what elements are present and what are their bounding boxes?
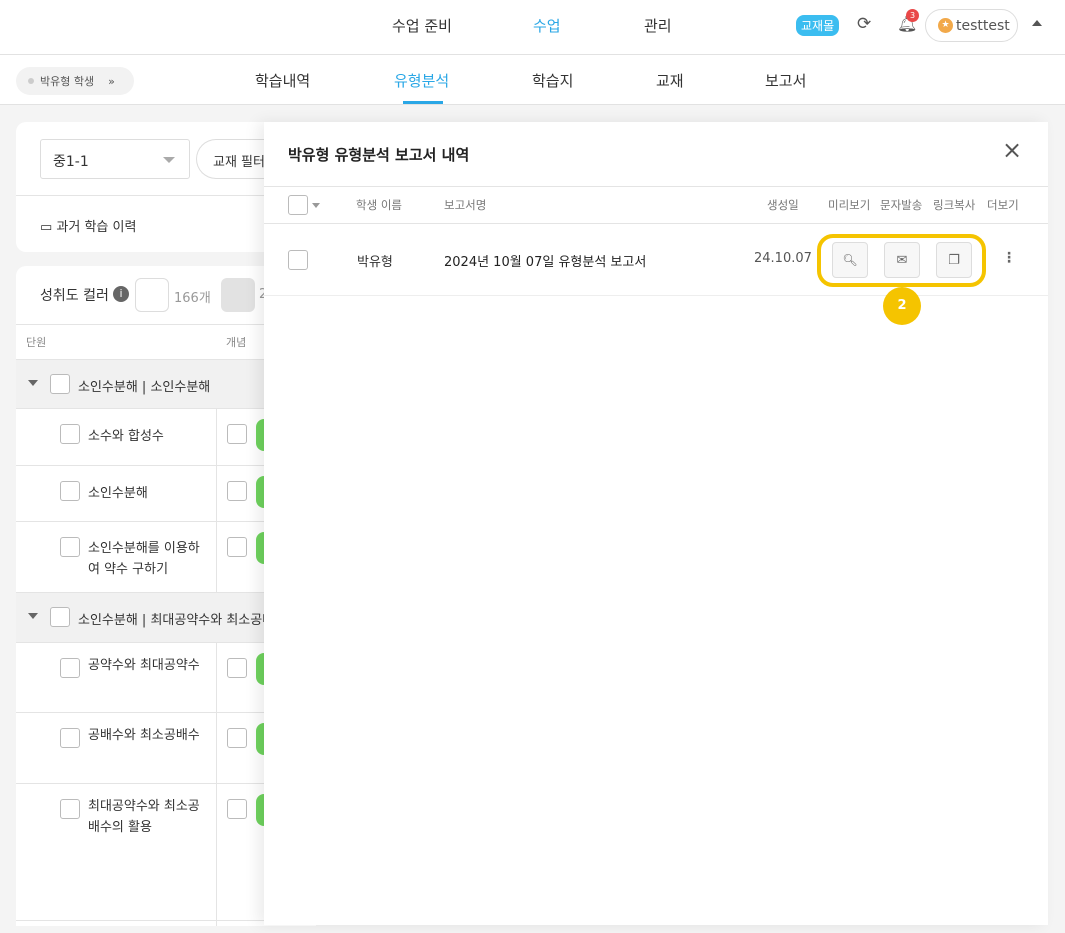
student-name: 박유형: [357, 255, 393, 270]
group-checkbox[interactable]: [50, 374, 70, 394]
step-badge: 2: [883, 287, 921, 325]
row-checkbox[interactable]: [288, 250, 308, 270]
concept-checkbox[interactable]: [227, 799, 247, 819]
document-search-icon: 🔍︎: [842, 253, 858, 267]
notification-count: 3: [906, 9, 919, 22]
tab-textbook[interactable]: 교재: [656, 70, 684, 91]
tab-history[interactable]: 학습내역: [255, 70, 310, 91]
item-label: 공배수와 최소공배수: [88, 728, 200, 743]
concept-checkbox[interactable]: [227, 658, 247, 678]
col-preview: 미리보기: [828, 198, 871, 212]
student-name: 박유형 학생: [40, 75, 95, 88]
panel-title: 박유형 유형분석 보고서 내역: [288, 146, 470, 164]
item-checkbox[interactable]: [60, 537, 80, 557]
item-label: 공약수와 최대공약수: [88, 658, 200, 673]
active-tab-indicator: [403, 101, 443, 104]
item-checkbox[interactable]: [60, 799, 80, 819]
group-label: 소인수분해 | 소인수분해: [78, 380, 211, 395]
username: testtest: [956, 17, 1010, 34]
preview-button[interactable]: 🔍︎: [832, 242, 868, 278]
item-checkbox[interactable]: [60, 658, 80, 678]
report-name[interactable]: 2024년 10월 07일 유형분석 보고서: [444, 251, 646, 270]
col-date: 생성일: [767, 198, 799, 212]
color-label: 성취도 컬러: [40, 288, 109, 304]
col-sms: 문자발송: [880, 198, 923, 212]
col-unit: 단원: [26, 336, 47, 349]
refresh-icon[interactable]: ⟳: [857, 14, 871, 34]
tab-report[interactable]: 보고서: [765, 70, 806, 91]
student-chip[interactable]: 박유형 학생 »: [16, 67, 134, 95]
grade-select[interactable]: 중1-1: [40, 139, 190, 179]
more-icon[interactable]: ⋮: [1002, 250, 1016, 266]
report-history-panel: 박유형 유형분석 보고서 내역 × 학생 이름 보고서명 생성일 미리보기 문자…: [264, 122, 1048, 925]
item-label: 최대공약수와 최소공배수의 활용: [88, 799, 200, 835]
caret-down-icon[interactable]: [28, 380, 38, 386]
col-student-name: 학생 이름: [356, 198, 402, 212]
nav-class[interactable]: 수업: [533, 15, 561, 36]
nav-class-prep[interactable]: 수업 준비: [392, 15, 452, 36]
tab-type-analysis[interactable]: 유형분석: [394, 70, 449, 91]
col-report-name: 보고서명: [444, 198, 487, 212]
item-checkbox[interactable]: [60, 728, 80, 748]
item-label: 소수와 합성수: [88, 429, 164, 444]
group-checkbox[interactable]: [50, 607, 70, 627]
color-swatch-white[interactable]: [135, 278, 169, 312]
item-checkbox[interactable]: [60, 481, 80, 501]
copy-link-button[interactable]: ❐: [936, 242, 972, 278]
star-icon: ★: [938, 18, 953, 33]
close-icon[interactable]: ×: [1002, 138, 1022, 162]
col-more: 더보기: [987, 198, 1019, 212]
caret-down-icon: [163, 157, 175, 163]
caret-up-icon[interactable]: [1032, 20, 1042, 26]
double-chevron-icon: »: [108, 74, 115, 88]
select-all-checkbox[interactable]: [288, 195, 308, 215]
item-checkbox[interactable]: [60, 424, 80, 444]
item-label: 소인수분해: [88, 486, 148, 501]
copy-icon: ❐: [948, 252, 960, 268]
concept-checkbox[interactable]: [227, 424, 247, 444]
caret-down-icon[interactable]: [28, 613, 38, 619]
nav-manage[interactable]: 관리: [644, 15, 672, 36]
top-header: 수업 준비 수업 관리 교재몰 ⟳ 🔔︎ 3 ★ testtest: [0, 0, 1065, 55]
item-label: 소인수분해를 이용하여 약수 구하기: [88, 541, 200, 577]
mail-icon: ✉: [896, 252, 908, 268]
count-white: 166개: [174, 291, 211, 306]
caret-down-icon[interactable]: [312, 203, 320, 208]
col-concept: 개념: [226, 336, 247, 349]
group-label: 소인수분해 | 최대공약수와 최소공배수: [78, 613, 287, 628]
status-dot: [28, 78, 34, 84]
user-menu[interactable]: ★ testtest: [925, 9, 1018, 42]
col-copy-link: 링크복사: [933, 198, 976, 212]
store-badge[interactable]: 교재몰: [796, 15, 840, 36]
sub-nav: 박유형 학생 » 학습내역 유형분석 학습지 교재 보고서: [0, 55, 1065, 105]
concept-checkbox[interactable]: [227, 481, 247, 501]
info-icon[interactable]: i: [113, 286, 129, 302]
table-row[interactable]: 박유형 2024년 10월 07일 유형분석 보고서 24.10.07 🔍︎ ✉…: [264, 224, 1048, 296]
send-sms-button[interactable]: ✉: [884, 242, 920, 278]
concept-checkbox[interactable]: [227, 728, 247, 748]
tab-worksheet[interactable]: 학습지: [532, 70, 573, 91]
history-link[interactable]: ▭ 과거 학습 이력: [40, 216, 136, 235]
color-swatch-gray[interactable]: [221, 278, 255, 312]
created-date: 24.10.07: [754, 251, 812, 266]
concept-checkbox[interactable]: [227, 537, 247, 557]
